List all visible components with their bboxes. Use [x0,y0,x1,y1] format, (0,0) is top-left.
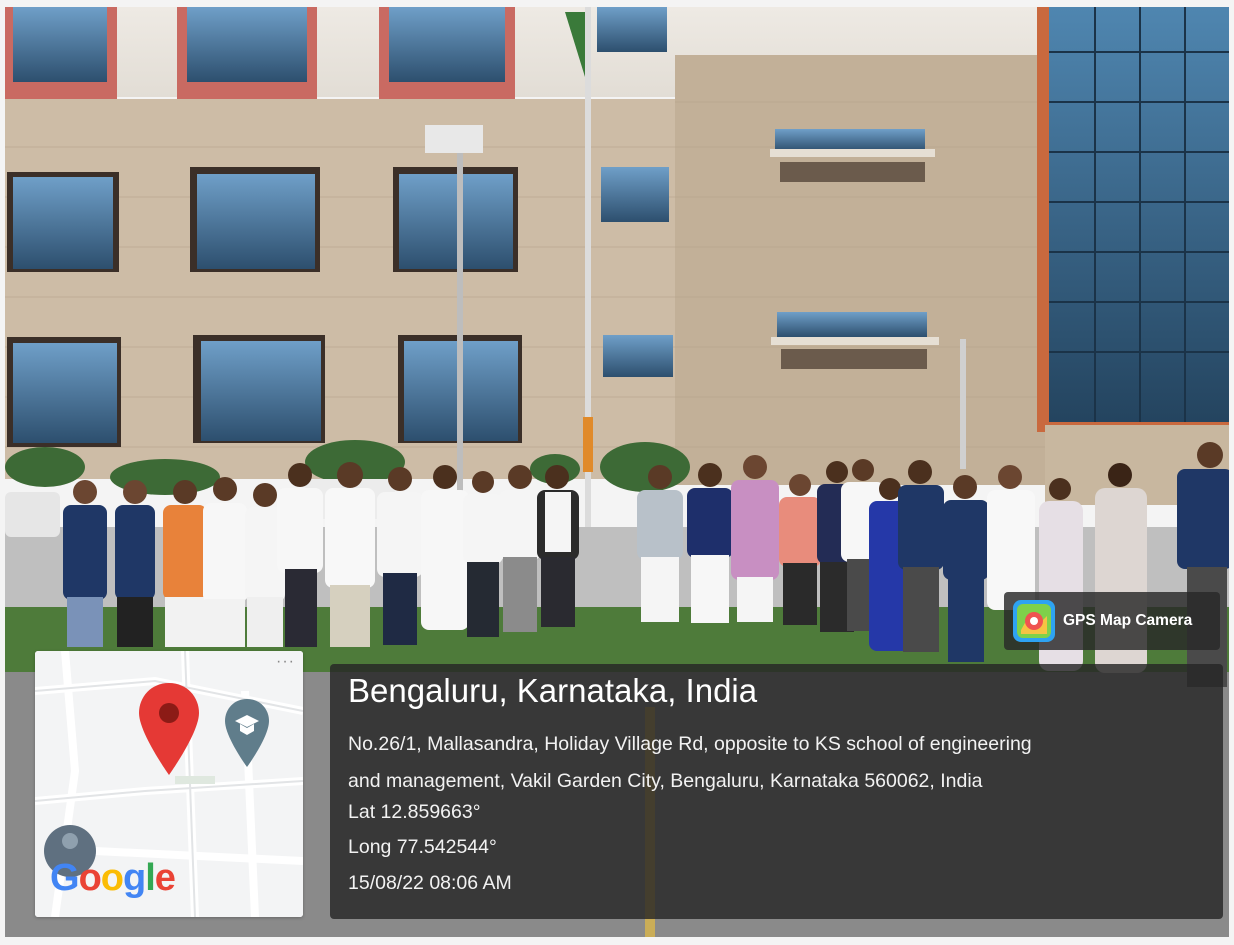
gps-map-camera-label: GPS Map Camera [1063,612,1193,629]
timestamp: 15/08/22 08:06 AM [348,872,512,894]
place-title: Bengaluru, Karnataka, India [348,672,758,709]
longitude: Long 77.542544° [348,836,497,858]
gps-map-camera-badge[interactable]: GPS Map Camera [1004,592,1220,650]
latitude: Lat 12.859663° [348,801,481,823]
location-info-panel: Bengaluru, Karnataka, India No.26/1, Mal… [330,664,1223,919]
address: No.26/1, Mallasandra, Holiday Village Rd… [348,726,1208,800]
map-thumbnail[interactable]: ··· Google [35,651,303,917]
photo-frame: ··· Google GPS Map Camera Bengaluru, Kar… [0,0,1234,945]
address-line-1: No.26/1, Mallasandra, Holiday Village Rd… [348,733,1032,755]
address-line-2: and management, Vakil Garden City, Benga… [348,770,983,792]
more-dots-icon[interactable]: ··· [276,654,295,670]
gps-map-camera-app-icon [1013,600,1055,642]
google-logo: Google [50,857,176,899]
